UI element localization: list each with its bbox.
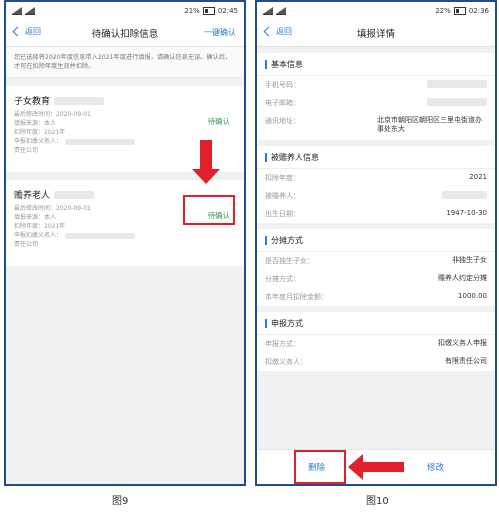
section-dependent-info: 被赡养人信息 (257, 146, 495, 169)
detail-row-deduction-year: 扣除年度： 2021 (257, 169, 495, 187)
row-label: 手机号码： (265, 81, 300, 89)
detail-row-only-child: 是否独生子女： 非独生子女 (257, 252, 495, 270)
row-label: 分摊方式： (265, 275, 300, 283)
detail-row-withholding-agent: 扣缴义务人： 有限责任公司 (257, 353, 495, 371)
detail-row-declaration-method: 申报方式： 扣缴义务人申报 (257, 335, 495, 353)
row-value: 1000.00 (458, 292, 487, 300)
meta-line: 扣除年度：2021年 (14, 129, 66, 136)
section-title: 被赡养人信息 (271, 152, 319, 162)
redacted-value (427, 80, 487, 88)
status-bar: 22% 02:36 (257, 2, 495, 20)
nav-bar: 返回 待确认扣除信息 一键确认 (6, 20, 244, 47)
detail-row-allocation-method: 分摊方式： 赡养人约定分摊 (257, 270, 495, 288)
clock: 02:36 (468, 7, 489, 15)
notice-text: 您已选择将2020年度信息带入2021年度进行填报，请确认信息无误。确认后，才可… (6, 47, 244, 78)
redacted-value (442, 191, 487, 199)
signal-indicators (263, 7, 286, 15)
row-value: 扣缴义务人申报 (438, 339, 487, 347)
meta-line: 填报来源：本人 (14, 120, 57, 127)
redacted-name (54, 190, 95, 199)
wifi-icon (25, 7, 35, 15)
detail-row-monthly-amount: 本年度月扣除金额： 1000.00 (257, 288, 495, 306)
back-button[interactable]: 返回 (263, 26, 292, 37)
red-highlight-box (294, 450, 346, 484)
battery-percent: 21% (184, 7, 200, 15)
row-label: 是否独生子女： (265, 257, 314, 265)
battery-percent: 22% (435, 7, 451, 15)
row-label: 扣除年度： (265, 174, 300, 182)
page-title: 填报详情 (356, 29, 395, 40)
red-highlight-box (183, 195, 235, 225)
detail-row-phone: 手机号码： (257, 76, 495, 94)
row-value: 有限责任公司 (445, 357, 487, 365)
row-label: 出生日期： (265, 210, 300, 218)
chevron-left-icon (12, 26, 23, 37)
card-title-text: 子女教育 (14, 97, 51, 107)
clock: 02:45 (217, 7, 238, 15)
row-label: 通讯地址： (265, 117, 300, 125)
section-basic-info: 基本信息 (257, 53, 495, 76)
signal-icon (263, 7, 273, 15)
right-phone-screen: 22% 02:36 返回 填报详情 基本信息 手机号码： 电子邮箱： 通讯地址：… (255, 0, 497, 486)
section-title: 申报方式 (271, 318, 303, 328)
row-label: 本年度月扣除金额： (265, 293, 328, 301)
chevron-left-icon (263, 26, 274, 37)
row-label: 扣缴义务人： (265, 358, 307, 366)
row-label: 被赡养人： (265, 192, 300, 200)
row-label: 申报方式： (265, 340, 300, 348)
detail-row-dependent: 被赡养人： (257, 187, 495, 205)
figure-caption-left: 图9 (112, 496, 129, 507)
status-right: 21% 02:45 (184, 7, 238, 15)
battery-icon (202, 7, 215, 15)
row-value: 1947-10-30 (446, 209, 487, 217)
section-marker (265, 318, 267, 328)
page-title: 待确认扣除信息 (91, 29, 159, 40)
nav-bar: 返回 填报详情 (257, 20, 495, 47)
meta-line: 责任公司 (14, 241, 39, 248)
wifi-icon (276, 7, 286, 15)
section-marker (265, 152, 267, 162)
redacted-value (427, 98, 487, 106)
section-marker (265, 235, 267, 245)
red-arrow-down-annotation (192, 140, 220, 184)
section-allocation: 分摊方式 (257, 229, 495, 252)
detail-row-address: 通讯地址： 北京市朝阳区朝阳区三里屯街道办事处东大 (257, 112, 495, 140)
pending-confirm-link[interactable]: 待确认 (208, 116, 231, 127)
section-marker (265, 59, 267, 69)
section-declaration: 申报方式 (257, 312, 495, 335)
row-value: 2021 (469, 173, 487, 181)
signal-indicators (12, 7, 35, 15)
red-arrow-left-annotation (348, 454, 404, 480)
figure-caption-right: 图10 (366, 496, 389, 507)
section-title: 分摊方式 (271, 235, 303, 245)
left-phone-screen: 21% 02:45 返回 待确认扣除信息 一键确认 您已选择将2020年度信息带… (4, 0, 246, 486)
back-label: 返回 (25, 27, 41, 36)
row-value: 非独生子女 (452, 256, 487, 264)
card-title-text: 赡养老人 (14, 191, 51, 201)
row-value: 赡养人约定分摊 (438, 274, 487, 282)
meta-line: 最后修改时间：2020-09-01 (14, 111, 91, 118)
meta-line: 申报扣缴义务人： (14, 231, 236, 240)
card-title: 子女教育 (14, 94, 236, 107)
section-title: 基本信息 (271, 59, 303, 69)
redacted-name (54, 96, 105, 105)
row-value: 北京市朝阳区朝阳区三里屯街道办事处东大 (377, 116, 482, 133)
row-label: 电子邮箱： (265, 99, 300, 107)
detail-row-email: 电子邮箱： (257, 94, 495, 112)
status-bar: 21% 02:45 (6, 2, 244, 20)
signal-icon (12, 7, 22, 15)
back-label: 返回 (276, 27, 292, 36)
back-button[interactable]: 返回 (12, 26, 41, 37)
confirm-all-button[interactable]: 一键确认 (204, 27, 236, 38)
battery-icon (453, 7, 466, 15)
detail-row-birth-date: 出生日期： 1947-10-30 (257, 205, 495, 223)
status-right: 22% 02:36 (435, 7, 489, 15)
